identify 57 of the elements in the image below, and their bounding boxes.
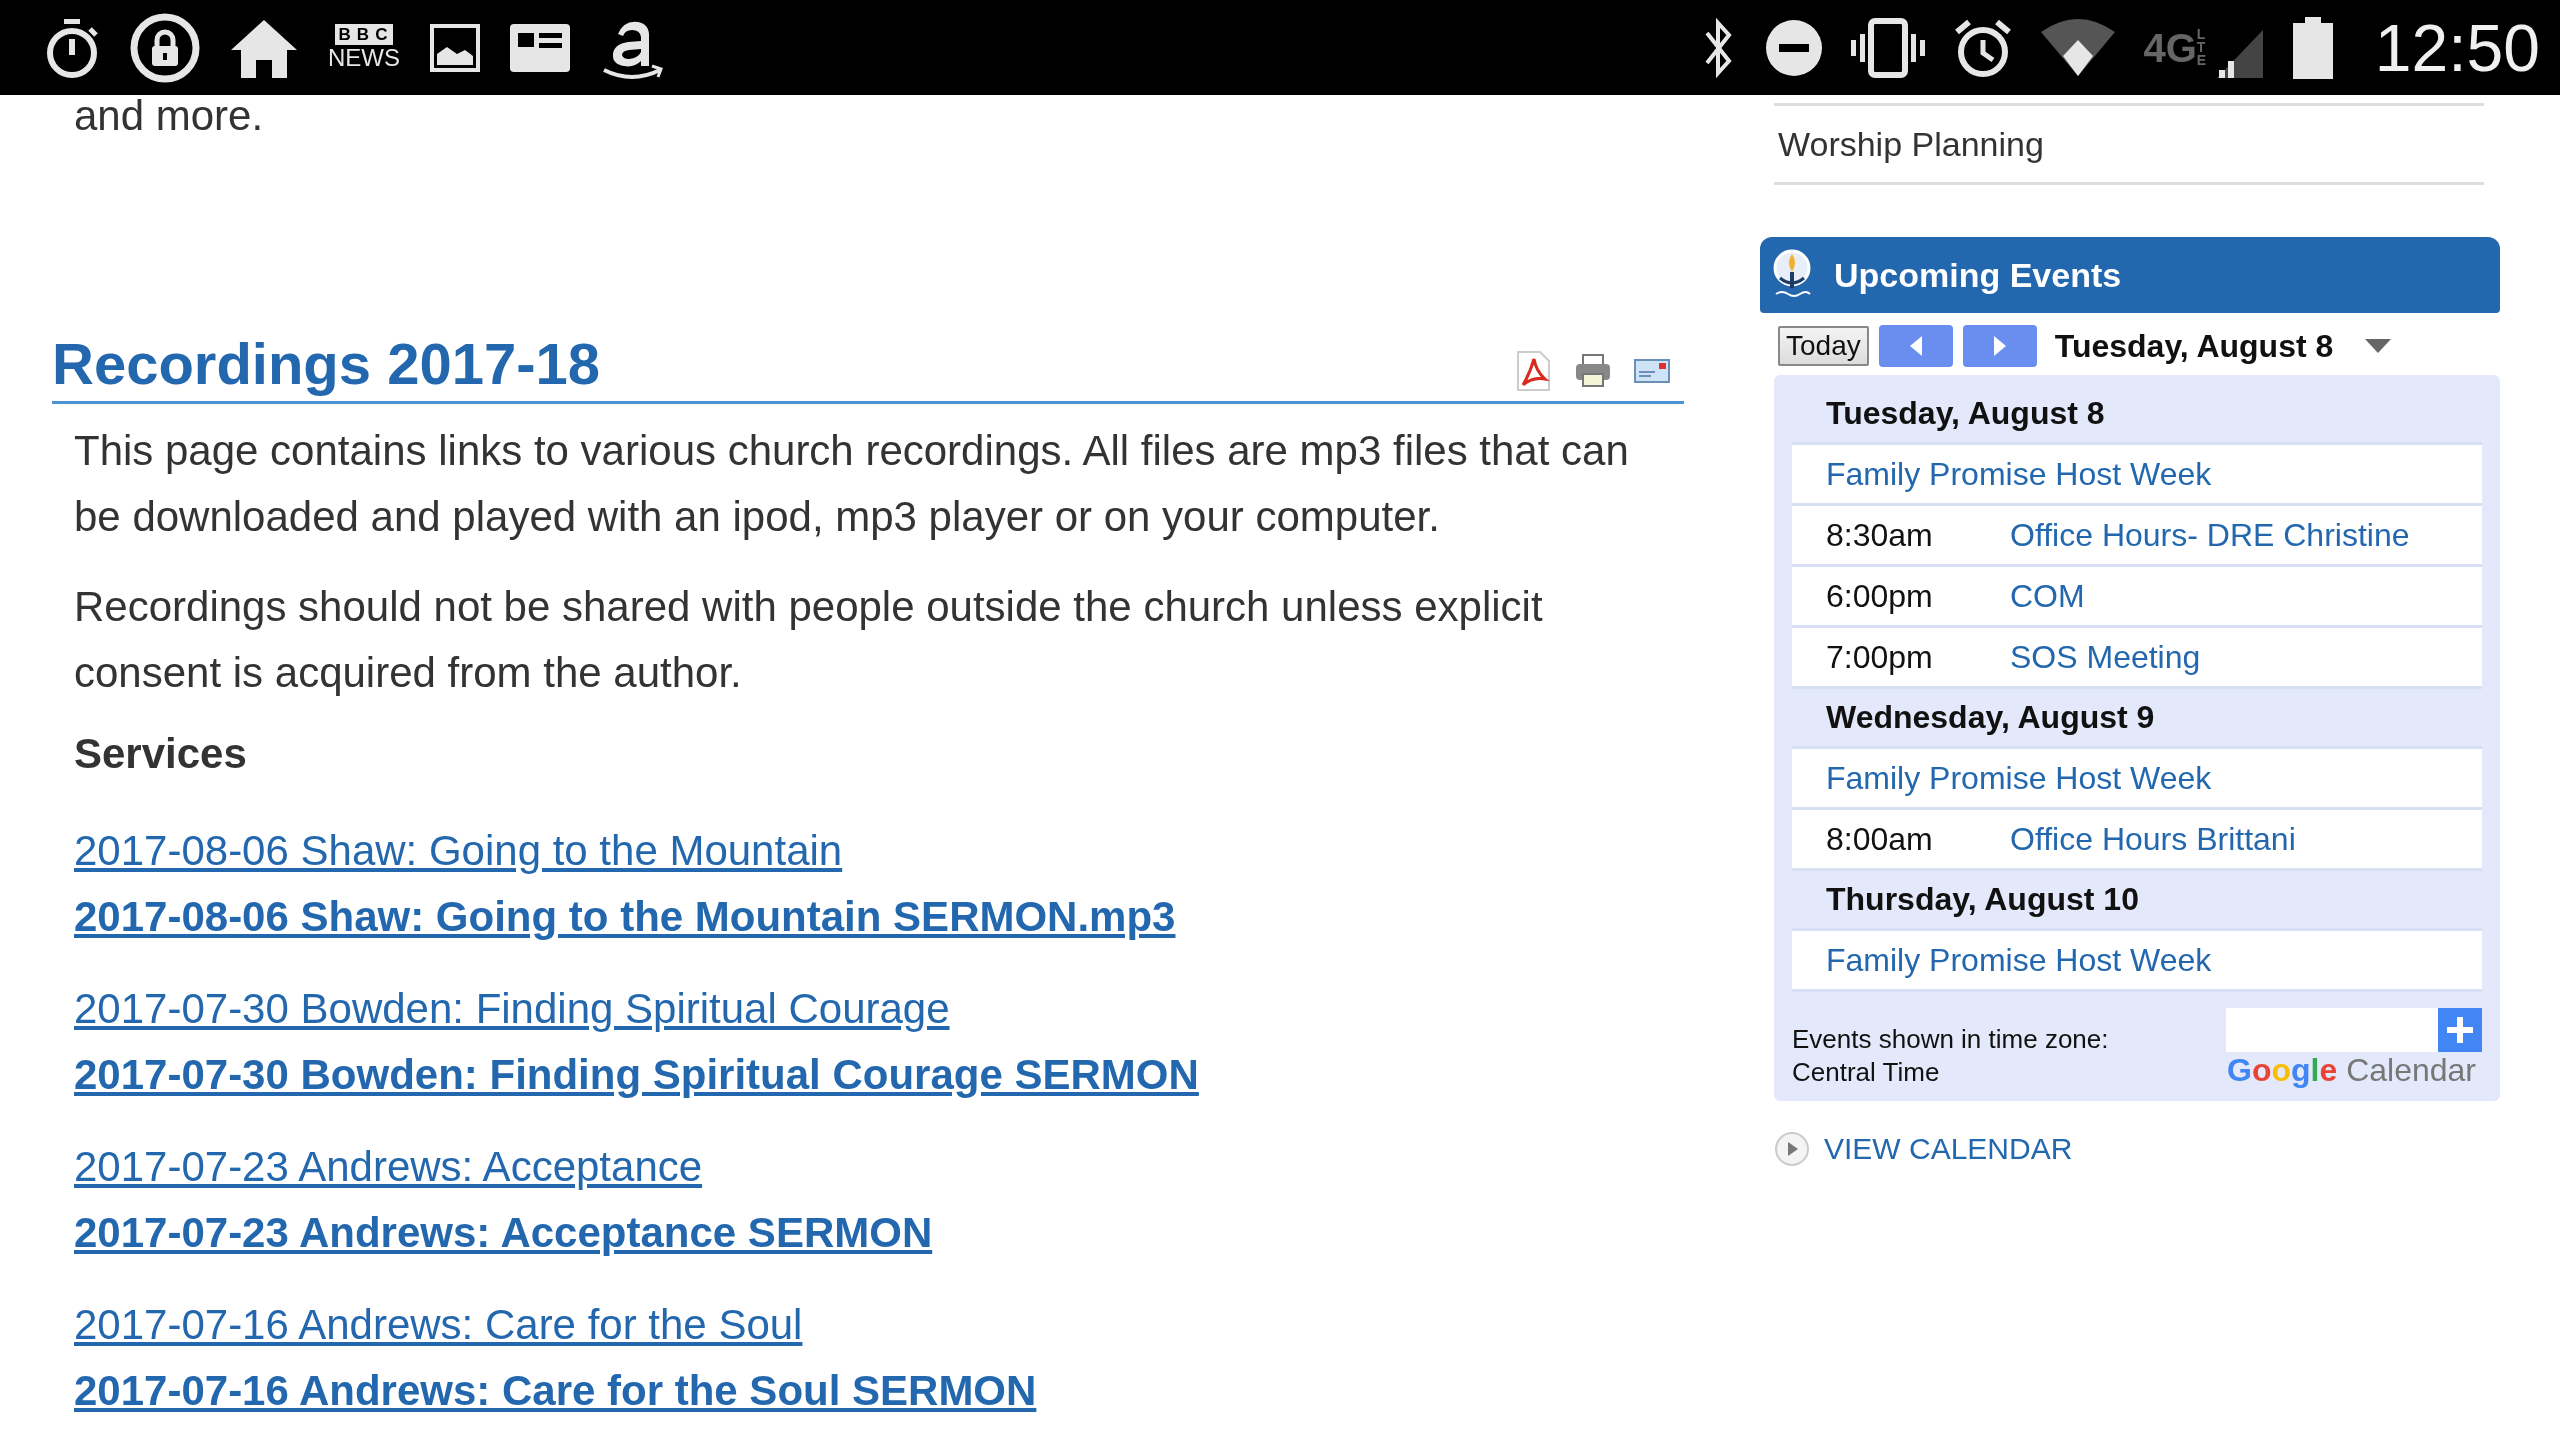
left-arrow-icon	[1908, 336, 1923, 356]
today-button[interactable]: Today	[1778, 326, 1869, 366]
event-link[interactable]: SOS Meeting	[2010, 638, 2201, 676]
sermon-link[interactable]: 2017-08-06 Shaw: Going to the Mountain SERMON.mp3	[74, 883, 1176, 950]
page-title: Recordings 2017-18	[52, 330, 601, 398]
paragraph-fragment: and more.	[74, 95, 265, 139]
play-circle-icon[interactable]	[1774, 1131, 1810, 1167]
event-link[interactable]: Office Hours Brittani	[2010, 820, 2296, 858]
previous-button[interactable]	[1878, 325, 1953, 367]
wifi-icon	[2041, 17, 2116, 78]
event-link[interactable]: Family Promise Host Week	[1826, 759, 2212, 797]
event-link[interactable]: Family Promise Host Week	[1826, 455, 2212, 493]
recording-link[interactable]: 2017-07-23 Andrews: Acceptance	[74, 1133, 703, 1200]
day-heading: Tuesday, August 8	[1792, 385, 2482, 445]
event-time: 8:00am	[1826, 820, 1934, 858]
do-not-disturb-icon	[1765, 18, 1824, 77]
events-title: Upcoming Events	[1834, 255, 2122, 295]
event-time: 8:30am	[1826, 516, 1934, 554]
lock-icon[interactable]	[130, 12, 200, 83]
add-to-calendar-button[interactable]	[2438, 1008, 2482, 1052]
vibrate-icon	[1851, 17, 1926, 78]
newspaper-icon[interactable]	[510, 23, 570, 72]
image-icon[interactable]	[430, 23, 480, 72]
recording-link[interactable]: 2017-08-06 Shaw: Going to the Mountain	[74, 817, 843, 884]
event-link[interactable]: Office Hours- DRE Christine	[2010, 516, 2410, 554]
sermon-link[interactable]: 2017-07-30 Bowden: Finding Spiritual Courage SERMON	[74, 1041, 1199, 1108]
recording-link[interactable]: 2017-07-16 Andrews: Care for the Soul	[74, 1291, 803, 1358]
next-button[interactable]	[1962, 325, 2037, 367]
plus-icon	[2447, 1017, 2473, 1043]
printer-icon[interactable]	[1574, 353, 1612, 388]
sidebar-menu-item[interactable]: Worship Planning	[1774, 106, 2484, 182]
timezone-label: Events shown in time zone:	[1792, 1023, 2109, 1056]
stopwatch-icon[interactable]	[44, 16, 100, 79]
paragraph: Recordings should not be shared with people outside the church unless explicit consent is acquired from the author.	[74, 581, 1544, 698]
pdf-icon[interactable]	[1514, 350, 1552, 391]
event-link[interactable]: Family Promise Host Week	[1826, 941, 2212, 979]
calendar-logo[interactable]: Google Calendar	[2227, 1052, 2476, 1089]
right-arrow-icon	[1992, 336, 2007, 356]
view-calendar-link[interactable]: VIEW CALENDAR	[1824, 1132, 2073, 1166]
timezone-value: Central Time	[1792, 1056, 1941, 1089]
event-time: 6:00pm	[1826, 577, 1934, 615]
dropdown-caret-icon[interactable]	[2365, 339, 2392, 353]
event-link[interactable]: COM	[2010, 577, 2085, 615]
day-heading: Thursday, August 10	[1792, 871, 2482, 931]
sermon-link[interactable]: 2017-07-16 Andrews: Care for the Soul SERMON	[74, 1357, 1037, 1424]
alarm-clock-icon	[1953, 17, 2014, 78]
event-time: 7:00pm	[1826, 638, 1934, 676]
recording-link[interactable]: 2017-07-30 Bowden: Finding Spiritual Courage	[74, 975, 950, 1042]
clock-time: 12:50	[2374, 9, 2540, 86]
section-heading: Services	[74, 729, 248, 778]
current-date: Tuesday, August 8	[2054, 327, 2334, 365]
battery-icon	[2292, 16, 2333, 79]
envelope-icon[interactable]	[1634, 357, 1670, 384]
sermon-link[interactable]: 2017-07-23 Andrews: Acceptance SERMON	[74, 1199, 933, 1266]
day-heading: Wednesday, August 9	[1792, 689, 2482, 749]
home-icon[interactable]	[230, 17, 298, 78]
paragraph: This page contains links to various church recordings. All files are mp3 files that can be downloaded and played with an ipod, mp3 player or on your computer.	[74, 425, 1630, 542]
